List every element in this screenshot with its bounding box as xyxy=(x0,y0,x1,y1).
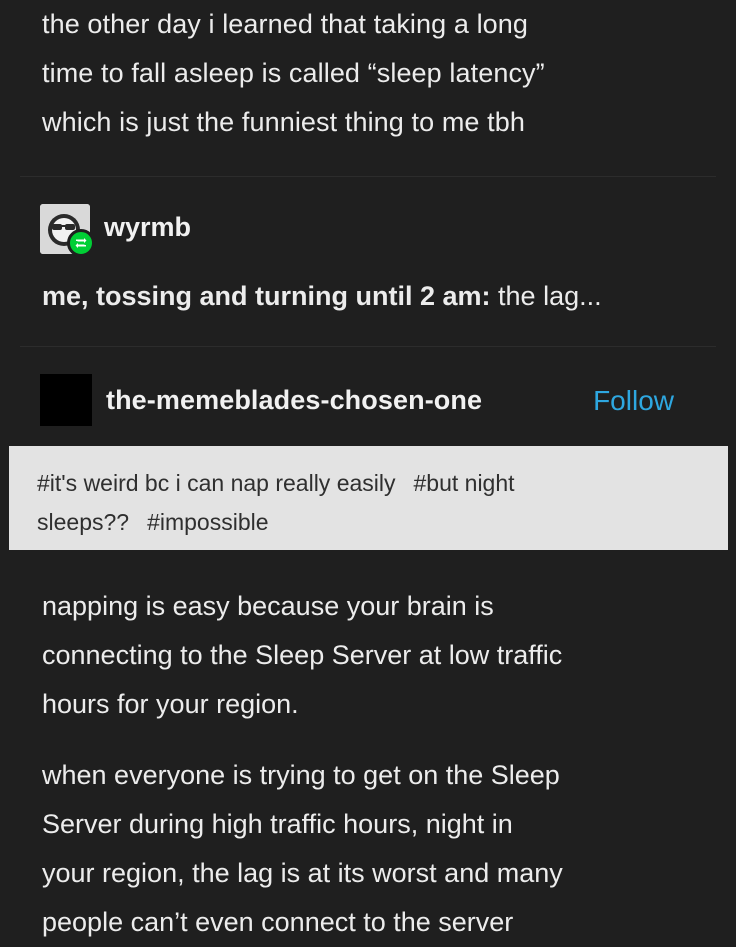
avatar[interactable] xyxy=(40,374,92,426)
tag[interactable]: #but night xyxy=(414,470,515,496)
reblog-comment: me, tossing and turning until 2 am: the … xyxy=(42,272,602,320)
body-line: people can’t even connect to the server xyxy=(42,907,514,937)
reblog-icon xyxy=(67,229,95,257)
blog-name[interactable]: the-memeblades-chosen-one xyxy=(106,385,482,416)
follow-button[interactable]: Follow xyxy=(593,385,674,417)
post-divider xyxy=(20,176,716,177)
original-post-text: the other day i learned that taking a lo… xyxy=(42,0,702,147)
body-line: hours for your region. xyxy=(42,689,299,719)
tags-line: sleeps?? #impossible xyxy=(37,503,700,542)
blog-header: the-memeblades-chosen-one Follow xyxy=(40,374,716,428)
reblog-comment-bold: me, tossing and turning until 2 am: xyxy=(42,281,491,311)
tag[interactable]: #it's weird bc i can nap really easily xyxy=(37,470,396,496)
body-line: when everyone is trying to get on the Sl… xyxy=(42,760,560,790)
reblog-comment-rest: the lag... xyxy=(490,281,602,311)
tags-box: #it's weird bc i can nap really easily #b… xyxy=(9,446,728,550)
body-line: Server during high traffic hours, night … xyxy=(42,809,513,839)
body-line: napping is easy because your brain is xyxy=(42,591,494,621)
reblogger-username[interactable]: wyrmb xyxy=(104,212,191,243)
body-paragraph: when everyone is trying to get on the Sl… xyxy=(42,751,702,947)
body-line: connecting to the Sleep Server at low tr… xyxy=(42,640,563,670)
post-divider xyxy=(20,346,716,347)
tumblr-post-screenshot: the other day i learned that taking a lo… xyxy=(0,0,736,945)
body-line: your region, the lag is at its worst and… xyxy=(42,858,563,888)
tag[interactable]: sleeps?? xyxy=(37,509,129,535)
tags-line: #it's weird bc i can nap really easily #b… xyxy=(37,464,700,503)
original-post-line: which is just the funniest thing to me t… xyxy=(42,107,525,137)
tag[interactable]: #impossible xyxy=(147,509,268,535)
original-post-line: the other day i learned that taking a lo… xyxy=(42,9,529,39)
original-post-line: time to fall asleep is called “sleep lat… xyxy=(42,58,545,88)
reblog-header: wyrmb xyxy=(40,204,700,260)
body-paragraph: napping is easy because your brain is co… xyxy=(42,582,702,729)
